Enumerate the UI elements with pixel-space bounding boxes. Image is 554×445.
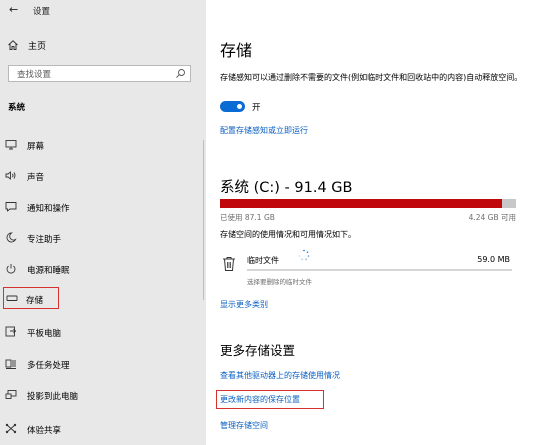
drive-title: 系统 (C:) - 91.4 GB [220, 180, 353, 196]
home-nav-item[interactable]: 主页 [7, 37, 197, 53]
notification-icon [5, 202, 17, 212]
section-title: 系统 [8, 103, 26, 113]
trash-icon [223, 257, 235, 271]
loading-spinner-icon [298, 249, 310, 261]
temp-files-bar [247, 269, 512, 271]
sidebar: ← 设置 主页 系统 屏幕 声音 通知和操作 [0, 0, 206, 445]
home-icon [8, 40, 18, 50]
share-icon [5, 423, 17, 434]
sidebar-item-focus-assist[interactable]: 专注助手 [5, 229, 200, 247]
sidebar-item-storage[interactable]: 存储 [3, 287, 59, 309]
sidebar-item-label: 专注助手 [27, 235, 62, 245]
sidebar-item-power[interactable]: 电源和睡眠 [5, 260, 200, 278]
power-icon [6, 264, 16, 274]
project-icon [5, 390, 17, 399]
temp-files-size: 59.0 MB [477, 255, 510, 264]
temp-files-label[interactable]: 临时文件 [247, 255, 279, 266]
search-icon[interactable] [175, 68, 186, 79]
sidebar-item-label: 体验共享 [27, 426, 62, 436]
change-save-location-link[interactable]: 更改新内容的保存位置 [220, 394, 300, 405]
used-space-text: 已使用 87.1 GB [220, 213, 275, 222]
sidebar-item-sound[interactable]: 声音 [5, 167, 200, 185]
search-box[interactable] [8, 65, 191, 82]
back-button[interactable]: ← [9, 3, 18, 16]
storage-sense-description: 存储感知可以通过删除不需要的文件(例如临时文件和回收站中的内容)自动释放空间。 [220, 73, 523, 82]
home-label: 主页 [28, 42, 47, 52]
storage-sense-toggle[interactable] [220, 101, 245, 112]
search-input[interactable] [15, 68, 169, 81]
manage-storage-spaces-link[interactable]: 管理存储空间 [220, 420, 268, 431]
sidebar-item-label: 通知和操作 [27, 204, 70, 214]
temp-files-subtext: 选择要删除的临时文件 [247, 278, 312, 286]
sidebar-item-label: 电源和睡眠 [27, 266, 70, 276]
sidebar-item-label: 声音 [27, 173, 45, 183]
sidebar-item-display[interactable]: 屏幕 [5, 136, 200, 154]
page-title: 存储 [220, 41, 253, 60]
tablet-icon [5, 326, 17, 337]
sidebar-item-project[interactable]: 投影到此电脑 [5, 386, 200, 404]
title-bar: ← 设置 [0, 0, 206, 22]
toggle-knob [237, 104, 242, 109]
usage-description: 存储空间的使用情况和可用情况如下。 [220, 230, 356, 239]
toggle-state-label: 开 [252, 103, 261, 113]
drive-usage-fill [220, 199, 503, 208]
speaker-icon [5, 171, 16, 180]
moon-icon [6, 232, 17, 243]
sidebar-item-label: 屏幕 [27, 142, 45, 152]
drive-usage-bar [220, 199, 516, 208]
app-title: 设置 [33, 7, 51, 17]
storage-icon [6, 295, 18, 301]
view-other-drives-link[interactable]: 查看其他驱动器上的存储使用情况 [220, 370, 340, 381]
multitask-icon [5, 359, 16, 369]
main-panel: 存储 存储感知可以通过删除不需要的文件(例如临时文件和回收站中的内容)自动释放空… [206, 0, 554, 445]
monitor-icon [5, 140, 17, 150]
show-more-categories-link[interactable]: 显示更多类别 [220, 299, 268, 310]
sidebar-scrollbar[interactable] [203, 140, 204, 300]
sidebar-item-notifications[interactable]: 通知和操作 [5, 198, 200, 216]
sidebar-item-label: 投影到此电脑 [27, 392, 79, 402]
free-space-text: 4.24 GB 可用 [468, 213, 516, 222]
sidebar-item-label: 平板电脑 [27, 329, 62, 339]
sidebar-item-multitasking[interactable]: 多任务处理 [5, 355, 200, 373]
sidebar-item-shared-experiences[interactable]: 体验共享 [5, 420, 200, 438]
configure-storage-sense-link[interactable]: 配置存储感知或立即运行 [220, 125, 308, 136]
more-storage-settings-title: 更多存储设置 [220, 343, 296, 358]
sidebar-item-label: 多任务处理 [27, 361, 70, 371]
sidebar-item-tablet[interactable]: 平板电脑 [5, 323, 200, 341]
sidebar-item-label: 存储 [26, 296, 44, 306]
